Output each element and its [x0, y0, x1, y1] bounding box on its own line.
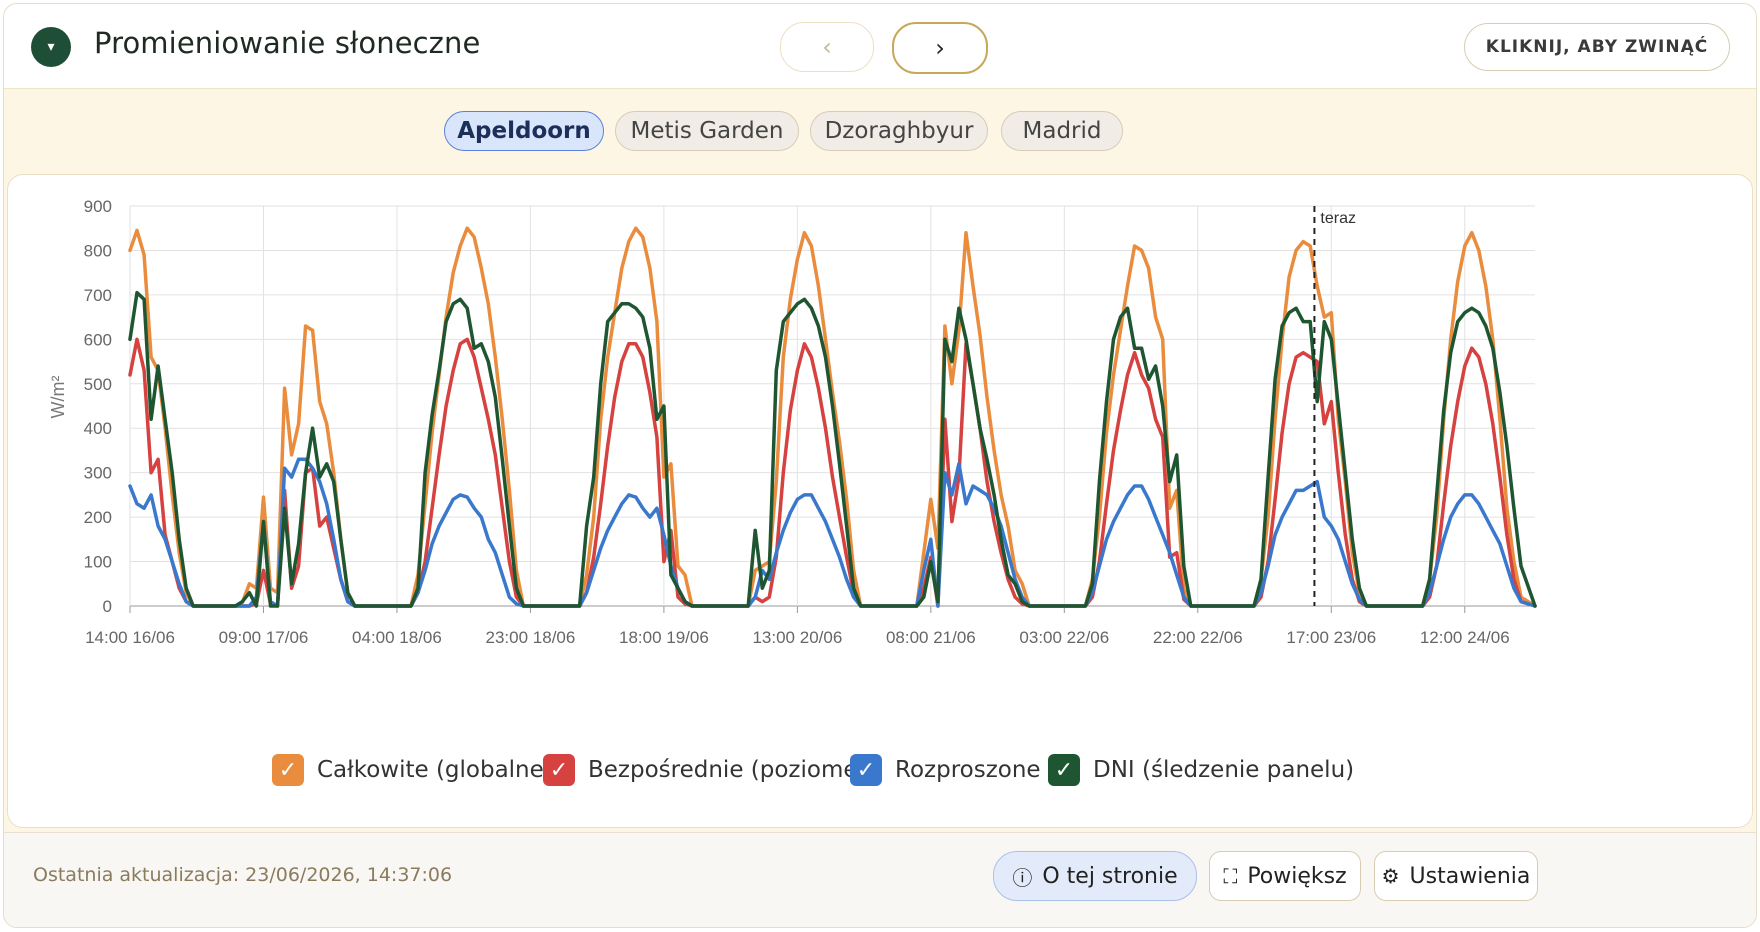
y-tick-label: 400: [84, 419, 112, 438]
solar-radiation-card: ▾ Promieniowanie słoneczne ‹ › KLIKNIJ, …: [3, 3, 1757, 928]
card-header: ▾ Promieniowanie słoneczne ‹ › KLIKNIJ, …: [4, 4, 1756, 89]
card-footer: Ostatnia aktualizacja: 23/06/2026, 14:37…: [4, 832, 1756, 927]
x-tick-label: 23:00 18/06: [486, 628, 576, 647]
x-tick-label: 14:00 16/06: [85, 628, 175, 647]
y-tick-label: 200: [84, 508, 112, 527]
x-tick-label: 13:00 20/06: [752, 628, 842, 647]
tab-madrid[interactable]: Madrid: [1001, 111, 1123, 151]
x-tick-label: 04:00 18/06: [352, 628, 442, 647]
y-tick-label: 800: [84, 241, 112, 260]
chevron-left-icon: ‹: [822, 33, 832, 61]
checkbox-checked-icon[interactable]: ✓: [272, 754, 304, 786]
chevron-right-icon: ›: [935, 34, 945, 62]
solar-radiation-chart: 0 100 200 300 400 500 600 700 800 900 14:00 16/06…: [48, 197, 1537, 647]
expand-icon: ⛶: [1223, 864, 1238, 888]
y-tick-label: 300: [84, 464, 112, 483]
gear-icon: ⚙: [1381, 864, 1400, 888]
x-tick-label: 12:00 24/06: [1420, 628, 1510, 647]
x-tick-label: 22:00 22/06: [1153, 628, 1243, 647]
next-button[interactable]: ›: [892, 22, 988, 74]
y-tick-label: 900: [84, 197, 112, 216]
x-tick-label: 18:00 19/06: [619, 628, 709, 647]
zoom-button[interactable]: ⛶ Powiększ: [1209, 851, 1361, 901]
checkbox-checked-icon[interactable]: ✓: [850, 754, 882, 786]
checkbox-checked-icon[interactable]: ✓: [1048, 754, 1080, 786]
legend-label: Rozproszone: [895, 757, 1041, 783]
settings-label: Ustawienia: [1409, 863, 1531, 889]
tab-apeldoorn[interactable]: Apeldoorn: [444, 111, 604, 151]
y-tick-label: 700: [84, 286, 112, 305]
card-title: Promieniowanie słoneczne: [94, 26, 481, 60]
legend-label: Bezpośrednie (poziome): [588, 757, 867, 783]
chart-panel: 0 100 200 300 400 500 600 700 800 900 14:00 16/06…: [7, 174, 1753, 828]
x-axis-ticks: 14:00 16/06 09:00 17/06 04:00 18/06 23:00 1…: [85, 628, 1510, 647]
location-tabs: Apeldoorn Metis Garden Dzoraghbyur Madri…: [4, 89, 1756, 159]
collapse-toggle-icon[interactable]: ▾: [31, 27, 71, 67]
y-tick-label: 500: [84, 375, 112, 394]
settings-button[interactable]: ⚙ Ustawienia: [1374, 851, 1538, 901]
last-updated-text: Ostatnia aktualizacja: 23/06/2026, 14:37…: [33, 864, 453, 886]
legend-item-dni[interactable]: ✓ DNI (śledzenie panelu): [1048, 750, 1354, 790]
legend-item-global[interactable]: ✓ Całkowite (globalne): [272, 750, 553, 790]
about-button[interactable]: ⓘ O tej stronie: [993, 851, 1197, 901]
collapse-button[interactable]: KLIKNIJ, ABY ZWINĄĆ: [1464, 23, 1730, 71]
y-tick-label: 600: [84, 330, 112, 349]
x-tick-label: 09:00 17/06: [219, 628, 309, 647]
zoom-label: Powiększ: [1247, 863, 1347, 889]
previous-button[interactable]: ‹: [780, 22, 874, 72]
tab-metis-garden[interactable]: Metis Garden: [615, 111, 799, 151]
y-tick-label: 100: [84, 553, 112, 572]
chart-legend: ✓ Całkowite (globalne) ✓ Bezpośrednie (p…: [8, 750, 1752, 790]
x-tick-label: 17:00 23/06: [1286, 628, 1376, 647]
legend-label: Całkowite (globalne): [317, 757, 553, 783]
tab-dzoraghbyur[interactable]: Dzoraghbyur: [810, 111, 988, 151]
y-axis-label: W/m²: [48, 376, 68, 419]
legend-item-direct[interactable]: ✓ Bezpośrednie (poziome): [543, 750, 867, 790]
chart-series: [128, 226, 1537, 608]
legend-item-diffuse[interactable]: ✓ Rozproszone: [850, 750, 1041, 790]
now-label: teraz: [1320, 210, 1356, 227]
legend-label: DNI (śledzenie panelu): [1093, 757, 1355, 783]
x-tick-label: 08:00 21/06: [886, 628, 976, 647]
info-icon: ⓘ: [1012, 865, 1033, 890]
about-label: O tej stronie: [1042, 863, 1178, 889]
x-tick-label: 03:00 22/06: [1019, 628, 1109, 647]
checkbox-checked-icon[interactable]: ✓: [543, 754, 575, 786]
y-tick-label: 0: [103, 597, 112, 616]
y-axis-ticks: 0 100 200 300 400 500 600 700 800 900: [84, 197, 112, 616]
